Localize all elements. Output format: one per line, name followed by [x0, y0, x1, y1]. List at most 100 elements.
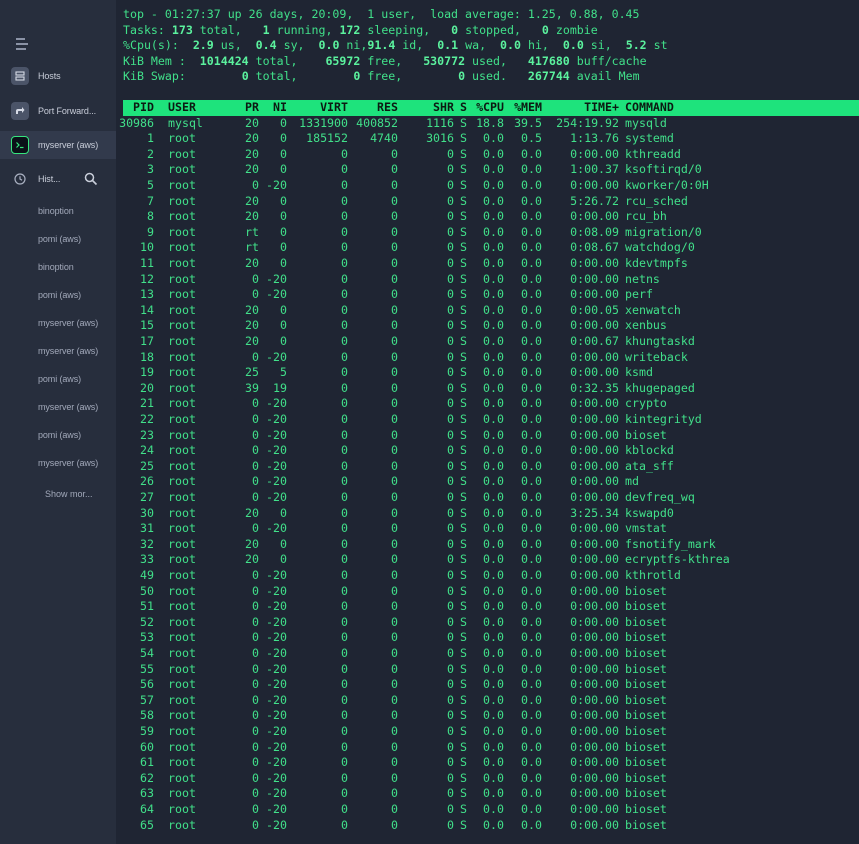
cell-command: perf [625, 287, 653, 302]
sidebar-item-history[interactable]: Hist... [0, 165, 116, 193]
sidebar-item-label: myserver (aws) [38, 140, 99, 150]
cell-state: S [460, 505, 467, 520]
show-more-link[interactable]: Show mor... [45, 489, 93, 499]
cell-ni: -20 [266, 396, 287, 411]
process-row: 31 root 0 -20 0 0 0 S 0.0 0.0 0:00.00 vmstat [123, 521, 859, 537]
cell-state: S [460, 162, 467, 177]
col-s: S [460, 100, 467, 114]
cell-shr: 0 [447, 458, 454, 473]
cell-pid: 14 [140, 302, 154, 317]
cell-virt: 0 [341, 162, 348, 177]
cell-user: root [168, 677, 196, 692]
cell-virt: 0 [341, 630, 348, 645]
cell-virt: 0 [341, 365, 348, 380]
top-cpu-line: %Cpu(s): 2.9 us, 0.4 sy, 0.0 ni,91.4 id,… [123, 38, 668, 53]
process-row: 23 root 0 -20 0 0 0 S 0.0 0.0 0:00.00 bioset [123, 428, 859, 444]
cell-ni: 0 [280, 256, 287, 270]
history-entry[interactable]: pomi (aws) [38, 234, 81, 244]
history-entry[interactable]: myserver (aws) [38, 458, 98, 468]
sidebar-item-label: Port Forward... [38, 106, 97, 116]
process-row: 52 root 0 -20 0 0 0 S 0.0 0.0 0:00.00 bioset [123, 615, 859, 631]
cell-ni: -20 [266, 802, 287, 816]
cell-res: 0 [391, 505, 398, 520]
cell-pid: 3 [147, 162, 154, 177]
cell-ni: 0 [280, 146, 287, 161]
cell-command: md [625, 474, 639, 489]
cell-time: 0:00.00 [570, 349, 619, 364]
cell-user: root [168, 224, 196, 239]
cell-virt: 0 [341, 458, 348, 473]
cell-user: root [168, 349, 196, 364]
cell-pr: 0 [252, 287, 259, 302]
cell-user: root [168, 552, 196, 567]
cell-pid: 31 [140, 521, 154, 536]
cell-res: 0 [391, 661, 398, 676]
cell-virt: 0 [341, 614, 348, 629]
cell-user: root [168, 755, 196, 770]
cell-virt: 0 [341, 443, 348, 458]
cell-pid: 26 [140, 474, 154, 489]
cell-time: 1:13.76 [570, 131, 619, 146]
cell-virt: 0 [341, 661, 348, 676]
cell-ni: -20 [266, 568, 287, 582]
cell-ni: -20 [266, 646, 287, 660]
cell-cpu: 0.0 [483, 802, 504, 816]
cell-mem: 0.0 [521, 614, 542, 629]
process-row: 25 root 0 -20 0 0 0 S 0.0 0.0 0:00.00 ata_sff [123, 459, 859, 475]
history-entry[interactable]: myserver (aws) [38, 402, 98, 412]
history-entry[interactable]: binoption [38, 206, 74, 216]
cell-cpu: 0.0 [483, 692, 504, 707]
cell-pr: 20 [245, 131, 259, 146]
history-entry[interactable]: pomi (aws) [38, 374, 81, 384]
search-icon[interactable] [84, 172, 98, 186]
cell-user: root [168, 786, 196, 801]
cell-command: systemd [625, 131, 674, 146]
cell-ni: -20 [266, 458, 287, 473]
cell-pr: rt [245, 240, 259, 255]
cell-pid: 33 [140, 552, 154, 567]
terminal-output[interactable]: top - 01:27:37 up 26 days, 20:09, 1 user… [116, 0, 859, 844]
cell-pr: 0 [252, 708, 259, 723]
sidebar-item-port-forwarding[interactable]: Port Forward... [0, 97, 116, 125]
sidebar-item-hosts[interactable]: Hosts [0, 62, 116, 90]
cell-ni: -20 [266, 490, 287, 504]
history-entry[interactable]: pomi (aws) [38, 290, 81, 300]
cell-time: 0:00.00 [570, 646, 619, 660]
cell-user: root [168, 131, 196, 146]
cell-res: 0 [391, 817, 398, 832]
cell-shr: 0 [447, 568, 454, 582]
cell-user: root [168, 583, 196, 598]
history-entry[interactable]: myserver (aws) [38, 346, 98, 356]
cell-state: S [460, 536, 467, 551]
cell-command: bioset [625, 755, 667, 770]
cell-res: 0 [391, 302, 398, 317]
top-uptime-line: top - 01:27:37 up 26 days, 20:09, 1 user… [123, 7, 640, 21]
history-entry[interactable]: binoption [38, 262, 74, 272]
cell-ni: 0 [280, 162, 287, 177]
cell-mem: 0.0 [521, 536, 542, 551]
cell-user: root [168, 817, 196, 832]
cell-shr: 0 [447, 318, 454, 333]
cell-ni: -20 [266, 443, 287, 458]
cell-pr: 0 [252, 396, 259, 411]
cell-mem: 0.0 [521, 380, 542, 395]
cell-user: root [168, 380, 196, 395]
sidebar-item-myserver[interactable]: myserver (aws) [0, 131, 116, 159]
cell-user: root [168, 271, 196, 286]
menu-icon[interactable] [16, 38, 30, 50]
cell-user: root [168, 614, 196, 629]
cell-command: khungtaskd [625, 334, 695, 348]
cell-state: S [460, 318, 467, 333]
cell-virt: 0 [341, 646, 348, 660]
history-entry[interactable]: myserver (aws) [38, 318, 98, 328]
cell-shr: 0 [447, 396, 454, 411]
cell-res: 0 [391, 271, 398, 286]
cell-res: 0 [391, 178, 398, 192]
history-entry[interactable]: pomi (aws) [38, 430, 81, 440]
cell-mem: 0.0 [521, 630, 542, 645]
cell-shr: 0 [447, 505, 454, 520]
cell-mem: 0.0 [521, 334, 542, 348]
cell-cpu: 0.0 [483, 178, 504, 192]
cell-user: root [168, 708, 196, 723]
cell-pr: 0 [252, 724, 259, 738]
